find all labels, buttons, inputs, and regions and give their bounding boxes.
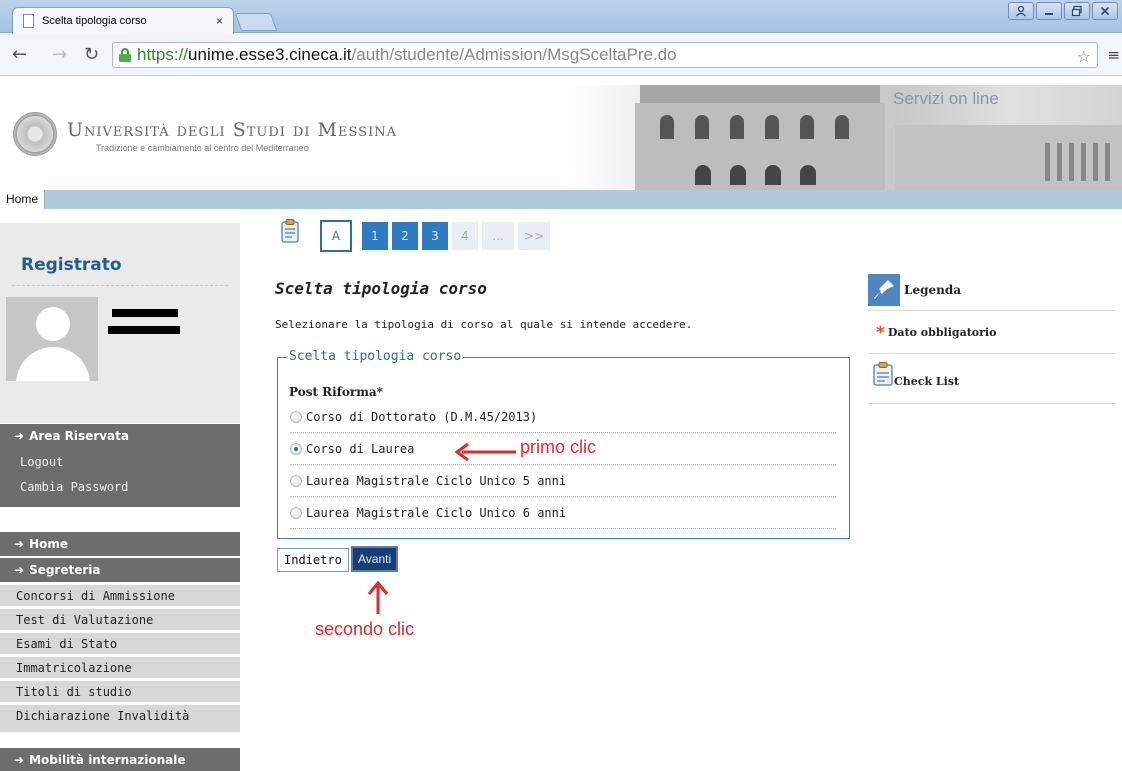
reload-icon[interactable]: ↻: [84, 44, 99, 65]
legend-checklist-label: Check List: [894, 375, 960, 388]
window-controls: [1008, 2, 1118, 20]
option-label: Corso di Laurea: [306, 442, 415, 456]
url-scheme: https://: [137, 45, 189, 64]
option-label: Laurea Magistrale Ciclo Unico 6 anni: [306, 506, 567, 520]
home-link[interactable]: Home: [0, 190, 46, 209]
bookmark-star-icon[interactable]: ☆: [1077, 47, 1091, 66]
radio-button-checked[interactable]: [290, 443, 302, 455]
radio-button[interactable]: [290, 411, 302, 423]
browser-tab[interactable]: Scelta tipologia corso ×: [12, 7, 234, 34]
university-motto: Tradizione e cambiamento al centro del M…: [96, 143, 309, 153]
browser-titlebar: Scelta tipologia corso ×: [0, 0, 1122, 34]
avatar: [6, 297, 98, 381]
maximize-icon[interactable]: [1064, 2, 1090, 20]
option-label: Corso di Dottorato (D.M.45/2013): [306, 410, 538, 424]
user-icon[interactable]: [1008, 2, 1034, 20]
browser-menu-icon[interactable]: ≡: [1107, 46, 1120, 64]
lock-icon: [119, 48, 131, 62]
radio-button[interactable]: [290, 507, 302, 519]
radio-button[interactable]: [290, 475, 302, 487]
arrow-right-icon: ➜: [14, 563, 25, 577]
back-arrow-icon[interactable]: ←: [12, 44, 27, 65]
group-label: Post Riforma*: [289, 385, 383, 399]
sidebar-item-invalidita[interactable]: Dichiarazione Invalidità: [0, 705, 240, 733]
annotation-arrow-left-icon: [454, 442, 516, 462]
legend-title: Legenda: [904, 283, 961, 297]
forward-arrow-icon[interactable]: →: [52, 44, 67, 65]
legend-required-row: * Dato obbligatorio: [868, 312, 1116, 354]
breadcrumb-bar: Home: [0, 190, 1122, 209]
site-header: Università degli Studi di Messina Tradiz…: [0, 77, 1122, 190]
step-ellipsis: ...: [482, 222, 514, 250]
annotation-arrow-up-icon: [367, 580, 389, 614]
building-banner-image: [565, 85, 1122, 190]
step-4[interactable]: 4: [452, 222, 478, 250]
annotation-second-click: secondo clic: [315, 619, 415, 639]
sidebar-item-test[interactable]: Test di Valutazione: [0, 609, 240, 631]
legend-required-label: Dato obbligatorio: [887, 326, 997, 339]
profile-box: Registrato: [0, 223, 240, 423]
university-name: Università degli Studi di Messina: [67, 119, 397, 141]
sidebar-item-home[interactable]: ➜ Home: [0, 532, 240, 556]
logout-link[interactable]: Logout: [20, 455, 63, 469]
arrow-right-icon: ➜: [14, 429, 25, 443]
area-riservata-heading[interactable]: ➜ Area Riservata: [0, 424, 240, 448]
annotation-first-click: primo clic: [520, 437, 597, 457]
sidebar-item-titoli[interactable]: Titoli di studio: [0, 681, 240, 703]
redacted-surname: [108, 326, 180, 334]
option-magistrale-6[interactable]: Laurea Magistrale Ciclo Unico 6 anni: [290, 498, 836, 529]
sidebar-item-segreteria[interactable]: ➜ Segreteria: [0, 558, 240, 582]
legend-title-row: Legenda: [868, 270, 1116, 311]
sidebar-item-concorsi[interactable]: Concorsi di Ammissione: [0, 585, 240, 607]
back-button[interactable]: Indietro: [277, 548, 349, 572]
fieldset-legend: Scelta tipologia corso: [287, 349, 464, 364]
pin-icon: [868, 274, 900, 306]
url-host: unime.esse3.cineca.it: [188, 45, 352, 64]
profile-title: Registrato: [21, 255, 122, 275]
next-button[interactable]: Avanti: [351, 546, 399, 572]
minimize-icon[interactable]: [1036, 2, 1062, 20]
sidebar: Registrato ➜ Area Riservata Logout Cambia…: [0, 209, 240, 771]
legend-checklist-row[interactable]: Check List: [868, 355, 1116, 404]
arrow-right-icon: ➜: [14, 753, 25, 767]
divider: [12, 285, 228, 286]
page-title: Scelta tipologia corso: [275, 279, 487, 298]
checklist-icon: [872, 361, 894, 390]
university-seal-icon: [13, 112, 57, 156]
clipboard-icon: [280, 218, 300, 244]
url-field[interactable]: https:// unime.esse3.cineca.it /auth/stu…: [112, 42, 1098, 68]
arrow-right-icon: ➜: [14, 537, 25, 551]
url-path: /auth/studente/Admission/MsgSceltaPre.do: [351, 45, 677, 64]
option-label: Laurea Magistrale Ciclo Unico 5 anni: [306, 474, 567, 488]
step-1[interactable]: 1: [362, 222, 388, 250]
tab-title: Scelta tipologia corso: [42, 15, 147, 27]
page-icon: [23, 14, 34, 28]
asterisk-icon: *: [876, 322, 885, 343]
step-next[interactable]: >>: [518, 222, 550, 250]
step-navigator: A 1 2 3 4 ... >>: [280, 218, 554, 252]
step-2[interactable]: 2: [392, 222, 418, 250]
page-description: Selezionare la tipologia di corso al qua…: [275, 318, 693, 331]
change-password-link[interactable]: Cambia Password: [20, 480, 128, 494]
sidebar-item-immatricolazione[interactable]: Immatricolazione: [0, 657, 240, 679]
services-online-title: Servizi on line: [893, 89, 999, 108]
redacted-name: [112, 309, 178, 317]
option-dottorato[interactable]: Corso di Dottorato (D.M.45/2013): [290, 402, 836, 433]
address-bar: ← → ↻ https:// unime.esse3.cineca.it /au…: [0, 34, 1122, 76]
new-tab-button[interactable]: [234, 13, 278, 31]
step-3[interactable]: 3: [422, 222, 448, 250]
close-window-icon[interactable]: [1092, 2, 1118, 20]
sidebar-item-esami[interactable]: Esami di Stato: [0, 633, 240, 655]
step-a[interactable]: A: [320, 220, 352, 252]
option-magistrale-5[interactable]: Laurea Magistrale Ciclo Unico 5 anni: [290, 466, 836, 497]
close-tab-icon[interactable]: ×: [216, 14, 223, 28]
sidebar-item-mobilita[interactable]: ➜ Mobilità internazionale: [0, 748, 240, 771]
